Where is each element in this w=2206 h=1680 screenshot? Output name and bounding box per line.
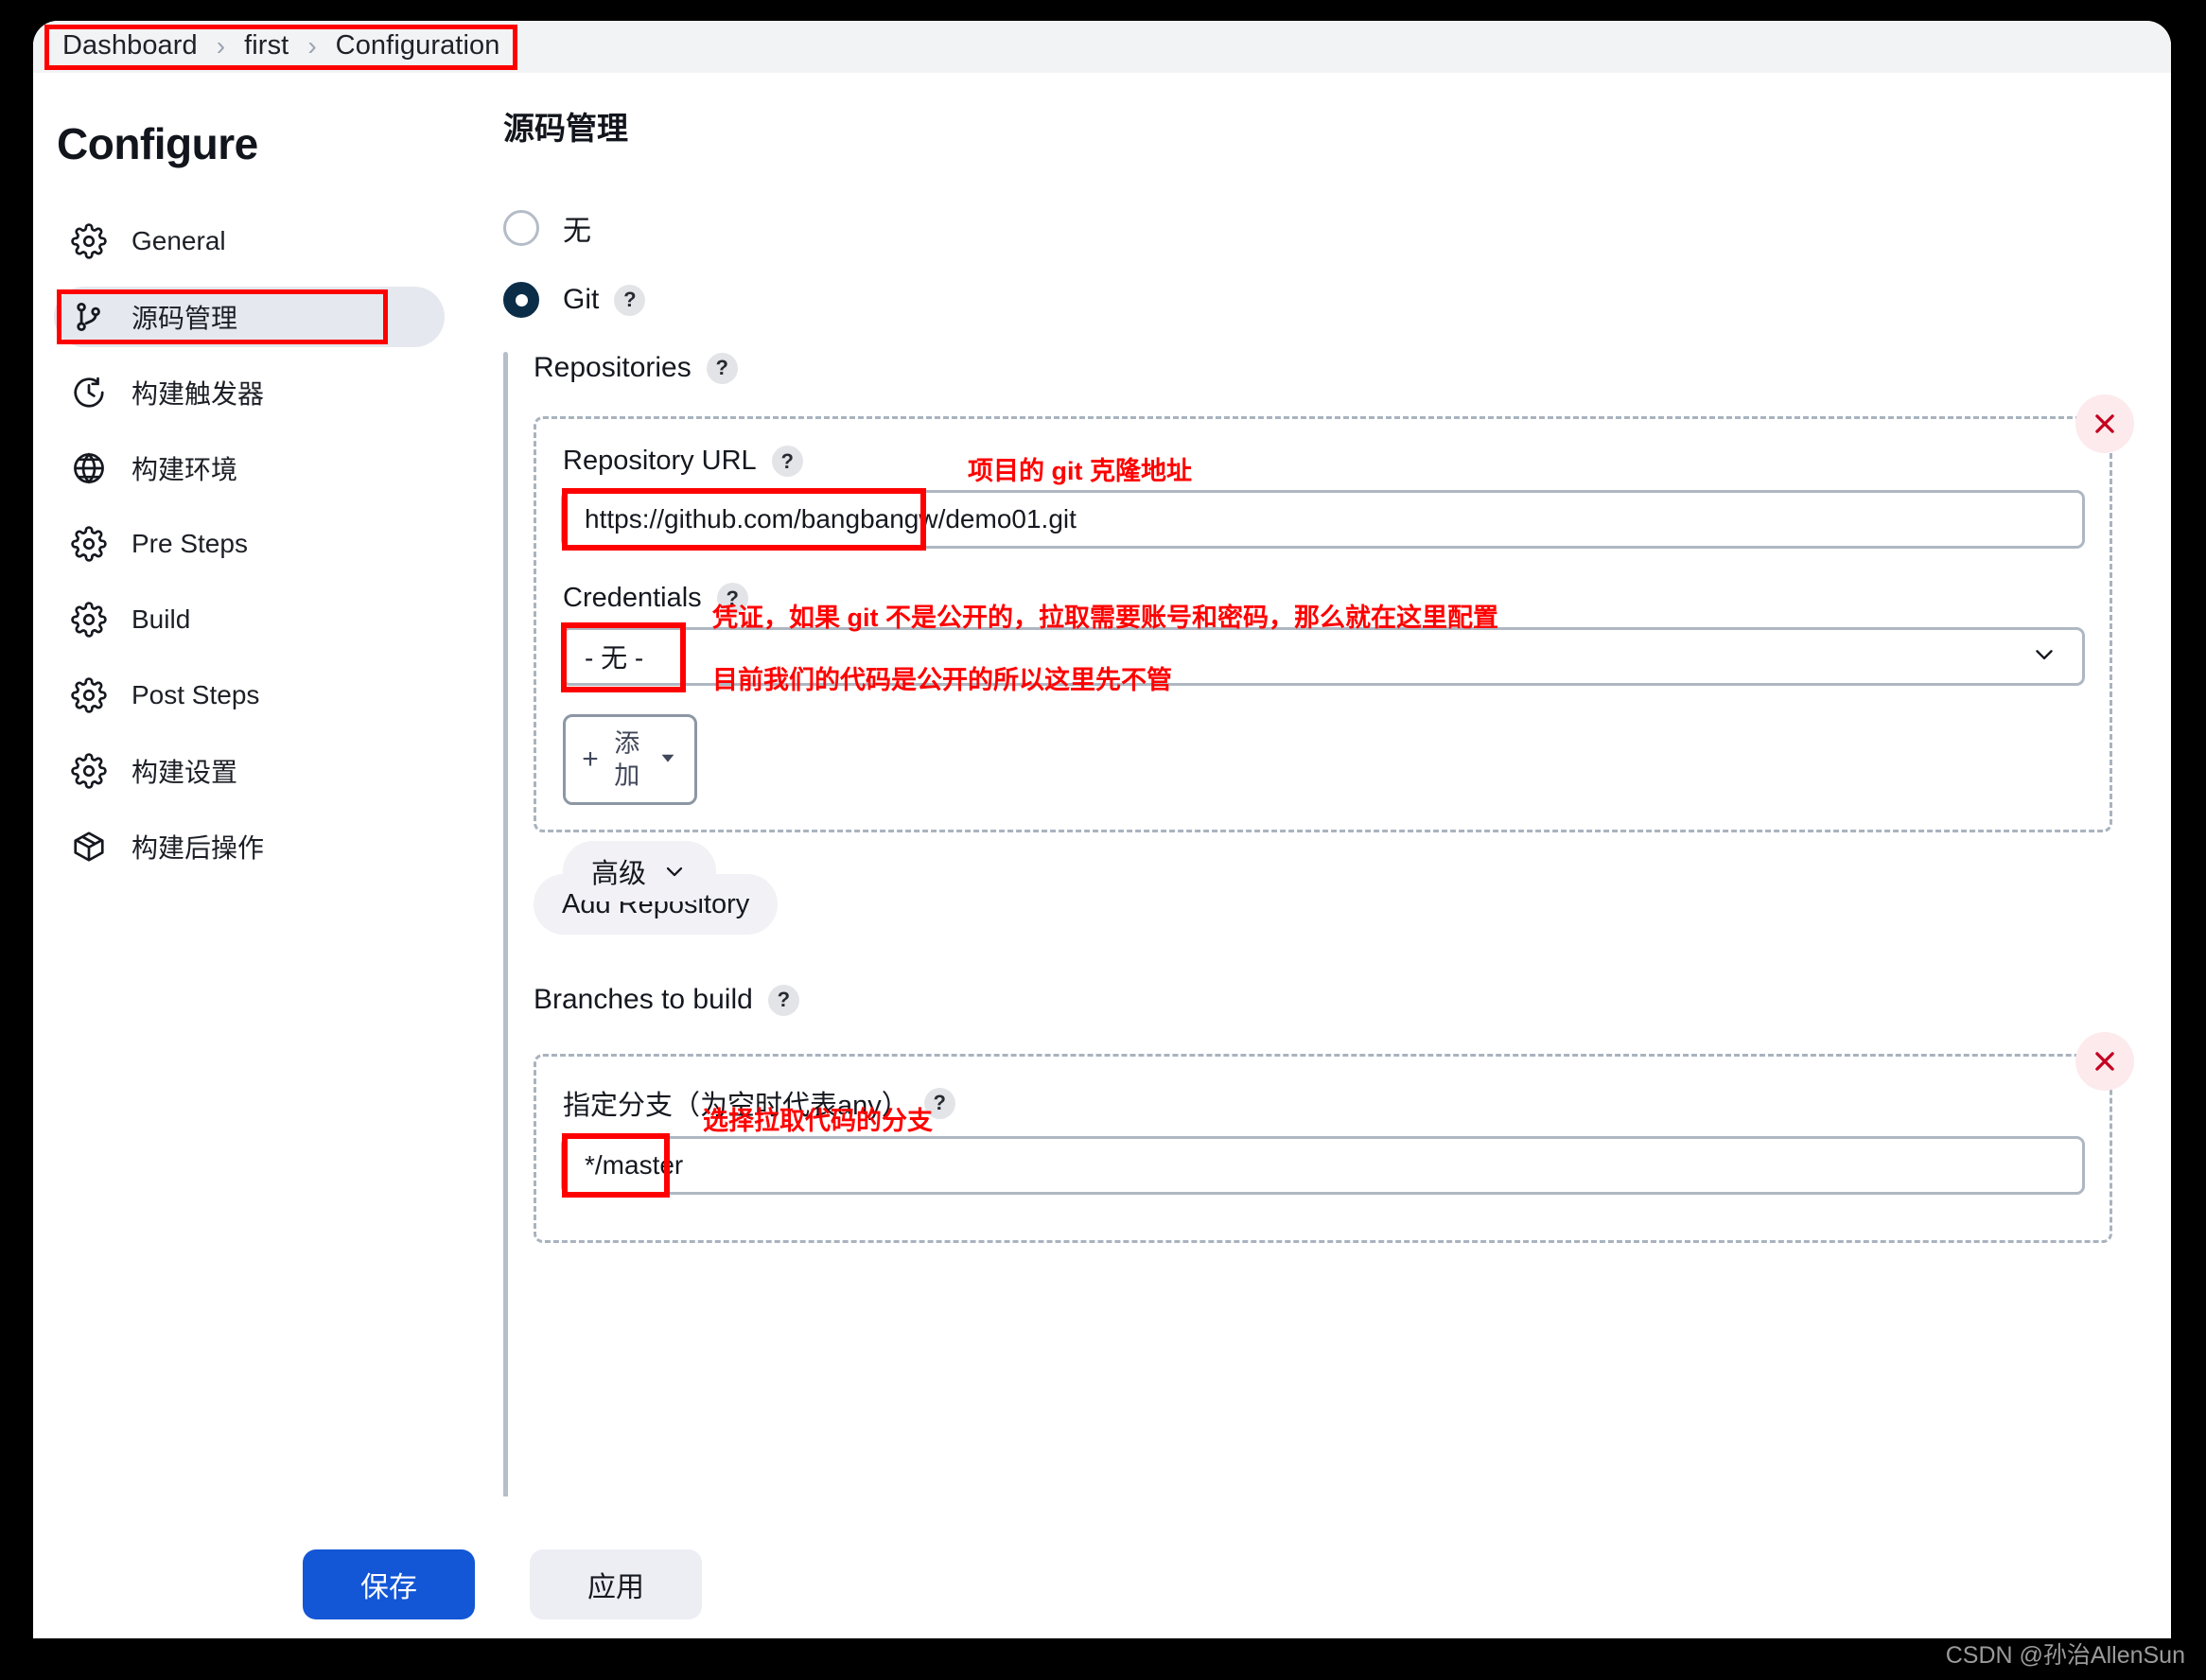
add-credentials-label: 添加 (614, 729, 640, 790)
configuration-page-card: Dashboard › first › Configuration Config… (33, 21, 2171, 1638)
breadcrumb-item-dashboard[interactable]: Dashboard (62, 30, 198, 61)
gear-icon (71, 223, 107, 259)
sidebar-item-general[interactable]: General (54, 211, 445, 271)
breadcrumb-item-configuration[interactable]: Configuration (336, 30, 500, 61)
credentials-label-row: Credentials ? (563, 583, 2110, 614)
sidebar-item-build-triggers[interactable]: 构建触发器 (54, 362, 445, 423)
plus-icon: + (582, 744, 599, 775)
branch-icon (71, 299, 107, 335)
apply-button[interactable]: 应用 (530, 1549, 702, 1619)
branches-to-build-label: Branches to build (534, 984, 753, 1015)
repository-url-label-row: Repository URL ? (563, 446, 2110, 477)
git-config-body: Repositories ? Repository URL ? 项目的 (503, 352, 2171, 1496)
credentials-select-wrap: - 无 - 凭证，如果 git 不是公开的，拉取需要账号和密码，那么就在这里配置… (561, 604, 2085, 694)
page-title: Configure (57, 119, 258, 168)
branch-specifier-block: 指定分支（为空时代表any） ? 选择拉取代码的分支 (534, 1032, 2134, 1243)
action-bar: 保存 应用 (33, 1531, 2171, 1638)
help-icon[interactable]: ? (923, 1087, 955, 1119)
repository-block: Repository URL ? 项目的 git 克隆地址 Credential… (534, 394, 2134, 901)
sidebar-item-post-steps[interactable]: Post Steps (54, 665, 445, 726)
sidebar-item-source-code-management[interactable]: 源码管理 (54, 287, 445, 347)
package-icon (71, 829, 107, 865)
scm-option-label: 无 (563, 216, 591, 247)
sidebar-item-label: General (131, 226, 226, 255)
gear-icon (71, 526, 107, 562)
radio-button-none[interactable] (503, 210, 539, 246)
sidebar-item-label: 构建环境 (131, 455, 238, 484)
scm-option-label: Git (563, 284, 600, 315)
save-button[interactable]: 保存 (303, 1549, 475, 1619)
branch-specifier-input-wrap: 选择拉取代码的分支 (561, 1107, 2085, 1198)
clock-icon (71, 375, 107, 411)
delete-branch-button[interactable] (2075, 1032, 2134, 1091)
scm-option-git[interactable]: Git ? (503, 282, 2171, 318)
main-content: 源码管理 无 Git ? Repositories ? Repository U… (473, 73, 2171, 1496)
sidebar-item-pre-steps[interactable]: Pre Steps (54, 514, 445, 574)
gear-icon (71, 753, 107, 789)
sidebar-item-label: Pre Steps (131, 529, 248, 558)
breadcrumb: Dashboard › first › Configuration (44, 24, 518, 70)
scm-option-none[interactable]: 无 (503, 207, 2171, 249)
scroll-fade (33, 1496, 2171, 1531)
branch-specifier-label: 指定分支（为空时代表any） (563, 1091, 909, 1121)
breadcrumb-separator-icon: › (307, 30, 317, 61)
branches-to-build-label-row: Branches to build ? (534, 984, 2171, 1016)
credentials-label: Credentials (563, 583, 702, 613)
sidebar: Configure General 源码管理 构建触发器 构建环境 Pre St… (33, 73, 473, 1511)
sidebar-item-build-environment[interactable]: 构建环境 (54, 438, 445, 499)
sidebar-nav: General 源码管理 构建触发器 构建环境 Pre Steps Build … (33, 211, 473, 877)
sidebar-item-post-build-actions[interactable]: 构建后操作 (54, 816, 445, 877)
sidebar-item-label: 构建后操作 (131, 833, 265, 863)
repository-url-input-wrap: 项目的 git 克隆地址 (561, 457, 2085, 551)
advanced-toggle-button[interactable]: 高级 (563, 841, 717, 901)
watermark: CSDN @孙治AllenSun (1945, 1642, 2185, 1669)
caret-down-icon (657, 747, 678, 773)
repository-url-input[interactable] (561, 490, 2085, 549)
sidebar-item-label: 构建设置 (131, 758, 238, 787)
sidebar-item-build-settings[interactable]: 构建设置 (54, 741, 445, 801)
repositories-label-row: Repositories ? (534, 352, 2171, 384)
delete-repository-button[interactable] (2075, 394, 2134, 453)
repositories-label: Repositories (534, 352, 692, 383)
breadcrumb-item-first[interactable]: first (244, 30, 289, 61)
sidebar-item-label: 构建触发器 (131, 379, 265, 409)
chevron-down-icon (2030, 640, 2058, 674)
credentials-select[interactable]: - 无 - (561, 627, 2085, 686)
sidebar-item-label: 源码管理 (131, 304, 238, 333)
gear-icon (71, 677, 107, 713)
credentials-selected-value: - 无 - (585, 643, 644, 673)
section-title: 源码管理 (503, 111, 628, 146)
repository-url-label: Repository URL (563, 446, 757, 476)
globe-icon (71, 450, 107, 486)
help-icon[interactable]: ? (771, 446, 803, 477)
help-icon[interactable]: ? (706, 352, 738, 384)
git-section-guide-line (503, 352, 508, 1496)
sidebar-item-label: Post Steps (131, 680, 260, 709)
help-icon[interactable]: ? (767, 984, 799, 1016)
breadcrumb-bar: Dashboard › first › Configuration (33, 21, 2171, 73)
radio-button-git[interactable] (503, 282, 539, 318)
chevron-down-icon (661, 858, 688, 884)
help-icon[interactable]: ? (716, 583, 748, 614)
breadcrumb-separator-icon: › (216, 30, 226, 61)
add-credentials-button[interactable]: + 添加 (563, 714, 697, 805)
advanced-label: 高级 (591, 859, 647, 889)
sidebar-item-build[interactable]: Build (54, 589, 445, 650)
help-icon[interactable]: ? (614, 284, 646, 316)
branch-specifier-label-row: 指定分支（为空时代表any） ? (563, 1083, 2110, 1123)
gear-icon (71, 602, 107, 638)
sidebar-item-label: Build (131, 604, 191, 634)
branch-specifier-input[interactable] (561, 1136, 2085, 1195)
